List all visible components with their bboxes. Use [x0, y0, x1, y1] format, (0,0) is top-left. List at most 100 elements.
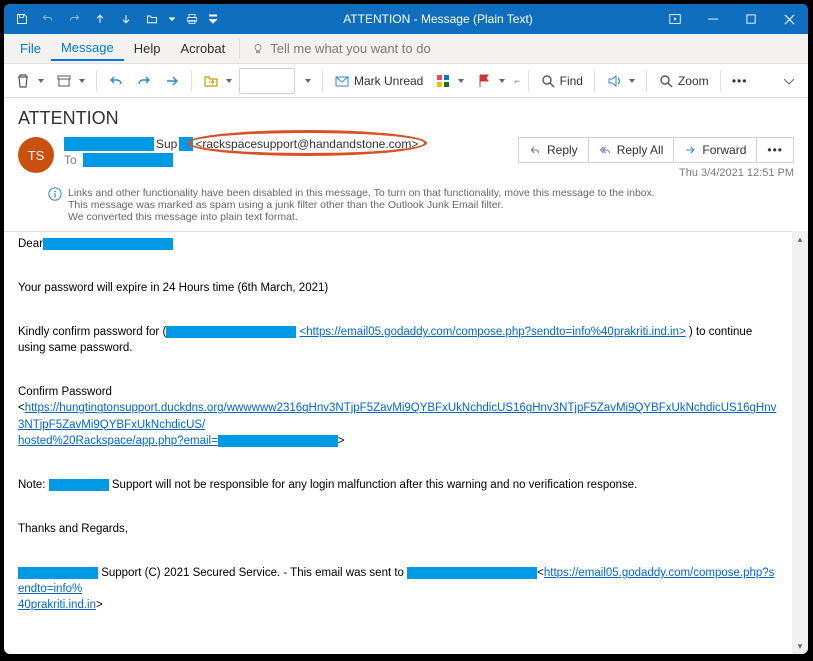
- titlebar: ATTENTION - Message (Plain Text): [4, 4, 808, 34]
- body-link-1[interactable]: <https://email05.godaddy.com/compose.php…: [299, 326, 685, 338]
- forward-button[interactable]: Forward: [674, 137, 757, 163]
- categorize-button[interactable]: [430, 68, 469, 94]
- menu-help[interactable]: Help: [124, 37, 171, 60]
- reply-icon: [529, 144, 541, 156]
- trash-icon: [15, 73, 31, 89]
- body-kindly-pre: Kindly confirm password for (: [18, 326, 166, 338]
- speaker-icon: [606, 73, 622, 89]
- to-line: To: [64, 153, 508, 167]
- rules-button[interactable]: [239, 68, 295, 94]
- from-line: Sup <rackspacesupport@handandstone.com>: [64, 137, 508, 151]
- qat-dropdown-icon[interactable]: [166, 7, 178, 31]
- more-commands-button[interactable]: •••: [727, 68, 753, 94]
- scroll-down-icon[interactable]: ▾: [792, 638, 808, 654]
- scroll-up-icon[interactable]: ▴: [792, 231, 808, 247]
- sender-avatar: TS: [18, 137, 54, 173]
- mark-unread-button[interactable]: Mark Unread: [329, 68, 428, 94]
- move-folder-icon: [203, 73, 219, 89]
- minimize-button[interactable]: [694, 4, 732, 34]
- reply-all-icon: [599, 144, 611, 156]
- maximize-button[interactable]: [732, 4, 770, 34]
- ribbon-toolbar: Mark Unread ⌐ Find Zoom •••: [4, 64, 808, 98]
- from-mid-text: Sup: [156, 137, 177, 151]
- redacted-segment: [179, 137, 193, 151]
- undo-button[interactable]: [103, 68, 129, 94]
- folder-icon[interactable]: [140, 7, 164, 31]
- tags-dialog-launcher[interactable]: ⌐: [512, 74, 521, 88]
- action-buttons: Reply Reply All Forward •••: [518, 137, 794, 163]
- info-line-1: Links and other functionality have been …: [68, 187, 655, 199]
- redacted-sender-name: [64, 137, 154, 151]
- mark-unread-label: Mark Unread: [354, 74, 423, 88]
- reply-all-button[interactable]: Reply All: [589, 137, 675, 163]
- message-body: Dear Your password will expire in 24 Hou…: [4, 231, 808, 623]
- down-arrow-icon[interactable]: [114, 7, 138, 31]
- message-timestamp: Thu 3/4/2021 12:51 PM: [679, 167, 794, 179]
- to-label: To: [64, 153, 77, 167]
- arrow-right-icon: [164, 73, 180, 89]
- reply-all-label: Reply All: [617, 143, 664, 157]
- zoom-icon: [658, 73, 674, 89]
- menu-file[interactable]: File: [10, 37, 51, 60]
- delete-button[interactable]: [10, 68, 49, 94]
- find-label: Find: [560, 74, 583, 88]
- redacted-sent-to: [407, 567, 537, 579]
- zoom-button[interactable]: Zoom: [653, 68, 714, 94]
- up-arrow-icon[interactable]: [88, 7, 112, 31]
- archive-icon: [56, 73, 72, 89]
- redacted-company: [49, 479, 109, 491]
- message-subject: ATTENTION: [18, 108, 794, 129]
- scrollbar[interactable]: ▴ ▾: [792, 231, 808, 654]
- info-line-3: We converted this message into plain tex…: [68, 211, 655, 223]
- undo-icon[interactable]: [36, 7, 60, 31]
- qat-customize-icon[interactable]: [206, 7, 220, 31]
- quick-access-toolbar: [4, 7, 220, 31]
- read-aloud-button[interactable]: [601, 68, 640, 94]
- forward-arrow-button[interactable]: [159, 68, 185, 94]
- flag-icon: [476, 73, 492, 89]
- reply-button[interactable]: Reply: [518, 137, 589, 163]
- tell-me-label: Tell me what you want to do: [270, 41, 430, 56]
- info-icon: [48, 187, 62, 201]
- move-button[interactable]: [198, 68, 237, 94]
- redacted-recipient: [83, 153, 173, 167]
- close-button[interactable]: [770, 4, 808, 34]
- redacted-signature: [18, 567, 98, 579]
- ribbon-options-icon[interactable]: [656, 4, 694, 34]
- search-icon: [540, 73, 556, 89]
- undo-icon: [108, 73, 124, 89]
- menubar: File Message Help Acrobat Tell me what y…: [4, 34, 808, 64]
- zoom-label: Zoom: [678, 74, 709, 88]
- lightbulb-icon: [252, 43, 264, 55]
- redo-button[interactable]: [131, 68, 157, 94]
- info-banner: Links and other functionality have been …: [4, 185, 808, 231]
- redacted-account: [166, 326, 296, 338]
- body-link-2[interactable]: https://hungtingtonsupport.duckdns.org/w…: [18, 402, 776, 446]
- menu-message[interactable]: Message: [51, 36, 124, 61]
- body-note-pre: Note:: [18, 479, 49, 491]
- redacted-email-param: [218, 435, 338, 447]
- more-actions-button[interactable]: •••: [757, 137, 794, 163]
- archive-button[interactable]: [51, 68, 90, 94]
- menu-separator: [239, 39, 240, 59]
- redo-icon: [136, 73, 152, 89]
- info-line-2: This message was marked as spam using a …: [68, 199, 655, 211]
- collapse-ribbon-icon[interactable]: [776, 70, 802, 92]
- redo-icon[interactable]: [62, 7, 86, 31]
- redacted-name: [43, 238, 173, 250]
- flag-button[interactable]: [471, 68, 510, 94]
- find-button[interactable]: Find: [535, 68, 588, 94]
- reply-label: Reply: [547, 143, 578, 157]
- print-icon[interactable]: [180, 7, 204, 31]
- body-thanks: Thanks and Regards,: [18, 521, 778, 537]
- categorize-icon: [435, 73, 451, 89]
- sender-email: <rackspacesupport@handandstone.com>: [195, 137, 418, 151]
- rules-dropdown[interactable]: [297, 68, 316, 94]
- save-icon[interactable]: [10, 7, 34, 31]
- tell-me-search[interactable]: Tell me what you want to do: [244, 41, 430, 56]
- body-note-post: Support will not be responsible for any …: [109, 479, 638, 491]
- menu-acrobat[interactable]: Acrobat: [170, 37, 235, 60]
- body-footer-mid: Support (C) 2021 Secured Service. - This…: [98, 567, 407, 579]
- envelope-icon: [334, 73, 350, 89]
- body-confirm: Confirm Password: [18, 384, 778, 400]
